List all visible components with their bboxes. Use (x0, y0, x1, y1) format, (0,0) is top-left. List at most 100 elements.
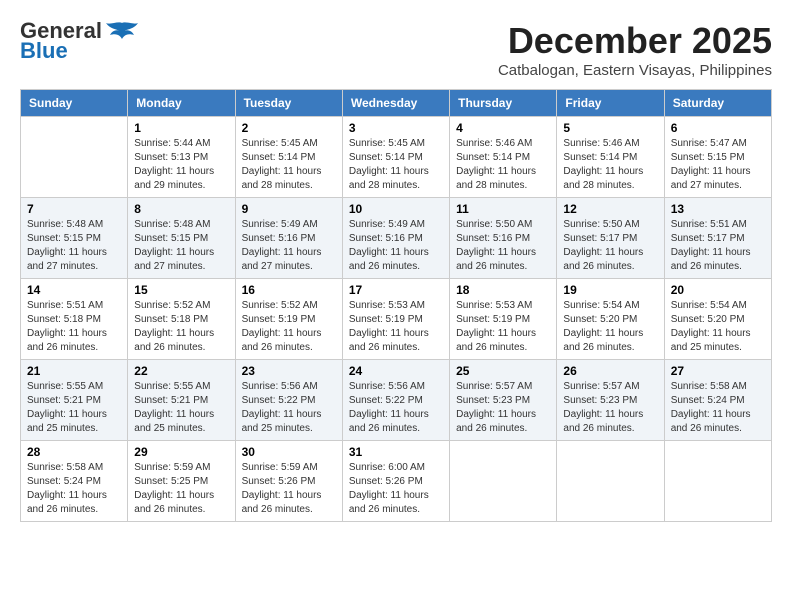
calendar-cell: 16 Sunrise: 5:52 AM Sunset: 5:19 PM Dayli… (235, 279, 342, 360)
day-number: 12 (563, 202, 657, 216)
day-info: Sunrise: 5:50 AM Sunset: 5:17 PM Dayligh… (563, 218, 657, 274)
calendar-cell: 10 Sunrise: 5:49 AM Sunset: 5:16 PM Dayli… (342, 198, 449, 279)
day-number: 18 (456, 283, 550, 297)
day-info: Sunrise: 5:59 AM Sunset: 5:26 PM Dayligh… (242, 461, 336, 517)
day-info: Sunrise: 5:49 AM Sunset: 5:16 PM Dayligh… (349, 218, 443, 274)
day-info: Sunrise: 5:51 AM Sunset: 5:17 PM Dayligh… (671, 218, 765, 274)
location-title: Catbalogan, Eastern Visayas, Philippines (498, 62, 772, 79)
day-number: 13 (671, 202, 765, 216)
day-info: Sunrise: 5:46 AM Sunset: 5:14 PM Dayligh… (456, 137, 550, 193)
day-info: Sunrise: 5:52 AM Sunset: 5:19 PM Dayligh… (242, 299, 336, 355)
day-number: 10 (349, 202, 443, 216)
calendar-cell: 13 Sunrise: 5:51 AM Sunset: 5:17 PM Dayli… (664, 198, 771, 279)
day-info: Sunrise: 5:55 AM Sunset: 5:21 PM Dayligh… (27, 380, 121, 436)
weekday-header: Friday (557, 90, 664, 117)
day-info: Sunrise: 5:44 AM Sunset: 5:13 PM Dayligh… (134, 137, 228, 193)
day-number: 1 (134, 121, 228, 135)
logo-blue: Blue (20, 38, 68, 64)
day-info: Sunrise: 6:00 AM Sunset: 5:26 PM Dayligh… (349, 461, 443, 517)
day-info: Sunrise: 5:59 AM Sunset: 5:25 PM Dayligh… (134, 461, 228, 517)
logo-bird-icon (106, 21, 138, 41)
day-info: Sunrise: 5:53 AM Sunset: 5:19 PM Dayligh… (456, 299, 550, 355)
day-number: 22 (134, 364, 228, 378)
day-number: 5 (563, 121, 657, 135)
weekday-header: Monday (128, 90, 235, 117)
calendar-cell: 25 Sunrise: 5:57 AM Sunset: 5:23 PM Dayli… (450, 360, 557, 441)
day-number: 3 (349, 121, 443, 135)
day-info: Sunrise: 5:49 AM Sunset: 5:16 PM Dayligh… (242, 218, 336, 274)
day-number: 20 (671, 283, 765, 297)
calendar-cell: 23 Sunrise: 5:56 AM Sunset: 5:22 PM Dayli… (235, 360, 342, 441)
calendar-cell: 28 Sunrise: 5:58 AM Sunset: 5:24 PM Dayli… (21, 441, 128, 522)
day-number: 17 (349, 283, 443, 297)
day-info: Sunrise: 5:50 AM Sunset: 5:16 PM Dayligh… (456, 218, 550, 274)
day-number: 14 (27, 283, 121, 297)
calendar-cell: 9Sunrise: 5:49 AM Sunset: 5:16 PM Daylig… (235, 198, 342, 279)
day-info: Sunrise: 5:52 AM Sunset: 5:18 PM Dayligh… (134, 299, 228, 355)
calendar-cell: 27Sunrise: 5:58 AM Sunset: 5:24 PM Dayli… (664, 360, 771, 441)
calendar-week-row: 28 Sunrise: 5:58 AM Sunset: 5:24 PM Dayli… (21, 441, 772, 522)
day-number: 2 (242, 121, 336, 135)
calendar-week-row: 14 Sunrise: 5:51 AM Sunset: 5:18 PM Dayli… (21, 279, 772, 360)
day-number: 24 (349, 364, 443, 378)
calendar-cell: 17 Sunrise: 5:53 AM Sunset: 5:19 PM Dayli… (342, 279, 449, 360)
day-info: Sunrise: 5:54 AM Sunset: 5:20 PM Dayligh… (563, 299, 657, 355)
day-info: Sunrise: 5:57 AM Sunset: 5:23 PM Dayligh… (456, 380, 550, 436)
day-number: 28 (27, 445, 121, 459)
calendar-cell: 21 Sunrise: 5:55 AM Sunset: 5:21 PM Dayli… (21, 360, 128, 441)
day-number: 25 (456, 364, 550, 378)
weekday-header: Saturday (664, 90, 771, 117)
calendar-cell (450, 441, 557, 522)
calendar-cell: 4 Sunrise: 5:46 AM Sunset: 5:14 PM Daylig… (450, 117, 557, 198)
header: General Blue December 2025 Catbalogan, E… (20, 20, 772, 79)
calendar-cell: 31 Sunrise: 6:00 AM Sunset: 5:26 PM Dayli… (342, 441, 449, 522)
calendar-cell: 26 Sunrise: 5:57 AM Sunset: 5:23 PM Dayli… (557, 360, 664, 441)
calendar-cell: 12 Sunrise: 5:50 AM Sunset: 5:17 PM Dayli… (557, 198, 664, 279)
calendar-cell: 29 Sunrise: 5:59 AM Sunset: 5:25 PM Dayli… (128, 441, 235, 522)
calendar-week-row: 7 Sunrise: 5:48 AM Sunset: 5:15 PM Daylig… (21, 198, 772, 279)
day-info: Sunrise: 5:51 AM Sunset: 5:18 PM Dayligh… (27, 299, 121, 355)
day-number: 23 (242, 364, 336, 378)
day-number: 7 (27, 202, 121, 216)
calendar-cell: 30 Sunrise: 5:59 AM Sunset: 5:26 PM Dayli… (235, 441, 342, 522)
calendar-cell: 8Sunrise: 5:48 AM Sunset: 5:15 PM Daylig… (128, 198, 235, 279)
calendar-cell: 7 Sunrise: 5:48 AM Sunset: 5:15 PM Daylig… (21, 198, 128, 279)
day-number: 21 (27, 364, 121, 378)
calendar-cell: 5Sunrise: 5:46 AM Sunset: 5:14 PM Daylig… (557, 117, 664, 198)
day-info: Sunrise: 5:47 AM Sunset: 5:15 PM Dayligh… (671, 137, 765, 193)
day-info: Sunrise: 5:58 AM Sunset: 5:24 PM Dayligh… (27, 461, 121, 517)
month-title: December 2025 (498, 20, 772, 62)
calendar-cell: 6Sunrise: 5:47 AM Sunset: 5:15 PM Daylig… (664, 117, 771, 198)
day-number: 29 (134, 445, 228, 459)
day-info: Sunrise: 5:57 AM Sunset: 5:23 PM Dayligh… (563, 380, 657, 436)
calendar-header-row: SundayMondayTuesdayWednesdayThursdayFrid… (21, 90, 772, 117)
calendar-cell (21, 117, 128, 198)
calendar-cell: 1 Sunrise: 5:44 AM Sunset: 5:13 PM Daylig… (128, 117, 235, 198)
day-info: Sunrise: 5:48 AM Sunset: 5:15 PM Dayligh… (27, 218, 121, 274)
calendar-cell: 18 Sunrise: 5:53 AM Sunset: 5:19 PM Dayli… (450, 279, 557, 360)
logo: General Blue (20, 20, 138, 64)
weekday-header: Sunday (21, 90, 128, 117)
day-number: 4 (456, 121, 550, 135)
day-info: Sunrise: 5:55 AM Sunset: 5:21 PM Dayligh… (134, 380, 228, 436)
day-info: Sunrise: 5:56 AM Sunset: 5:22 PM Dayligh… (242, 380, 336, 436)
calendar-cell: 11Sunrise: 5:50 AM Sunset: 5:16 PM Dayli… (450, 198, 557, 279)
day-info: Sunrise: 5:45 AM Sunset: 5:14 PM Dayligh… (242, 137, 336, 193)
calendar-cell (664, 441, 771, 522)
title-area: December 2025 Catbalogan, Eastern Visaya… (498, 20, 772, 79)
day-number: 8 (134, 202, 228, 216)
calendar-cell: 2 Sunrise: 5:45 AM Sunset: 5:14 PM Daylig… (235, 117, 342, 198)
day-number: 30 (242, 445, 336, 459)
calendar-cell: 15Sunrise: 5:52 AM Sunset: 5:18 PM Dayli… (128, 279, 235, 360)
day-number: 16 (242, 283, 336, 297)
day-info: Sunrise: 5:53 AM Sunset: 5:19 PM Dayligh… (349, 299, 443, 355)
day-info: Sunrise: 5:54 AM Sunset: 5:20 PM Dayligh… (671, 299, 765, 355)
calendar-cell: 14 Sunrise: 5:51 AM Sunset: 5:18 PM Dayli… (21, 279, 128, 360)
day-number: 31 (349, 445, 443, 459)
calendar-week-row: 1 Sunrise: 5:44 AM Sunset: 5:13 PM Daylig… (21, 117, 772, 198)
day-number: 19 (563, 283, 657, 297)
day-number: 27 (671, 364, 765, 378)
day-number: 26 (563, 364, 657, 378)
calendar-cell: 22 Sunrise: 5:55 AM Sunset: 5:21 PM Dayli… (128, 360, 235, 441)
calendar-week-row: 21 Sunrise: 5:55 AM Sunset: 5:21 PM Dayli… (21, 360, 772, 441)
